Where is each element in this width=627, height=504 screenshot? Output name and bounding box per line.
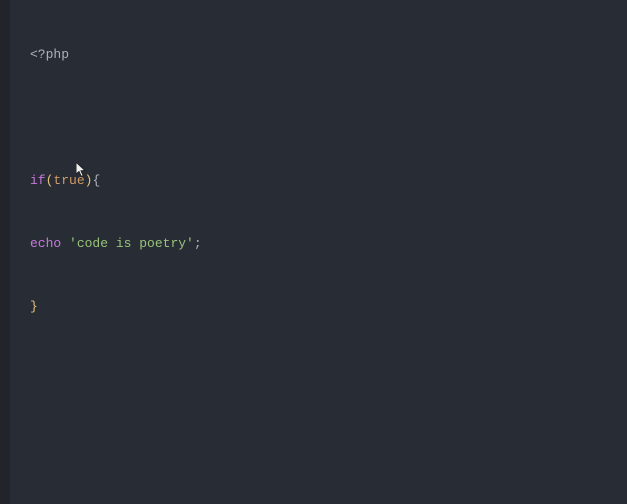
code-line: if(true){ xyxy=(30,170,627,191)
string-literal: 'code is poetry' xyxy=(69,236,194,251)
brace-open: { xyxy=(92,173,100,188)
line-number xyxy=(0,86,10,107)
semicolon: ; xyxy=(194,236,202,251)
line-number xyxy=(0,128,10,149)
keyword-if: if xyxy=(30,173,46,188)
const-true: true xyxy=(53,173,84,188)
code-editor[interactable]: <?php if(true){ echo 'code is poetry'; } xyxy=(10,0,627,504)
line-number xyxy=(0,2,10,23)
space xyxy=(61,236,69,251)
line-number xyxy=(0,23,10,44)
code-line xyxy=(30,107,627,128)
code-line: echo 'code is poetry'; xyxy=(30,233,627,254)
line-number xyxy=(0,44,10,65)
line-number xyxy=(0,107,10,128)
code-line: <?php xyxy=(30,44,627,65)
line-number-gutter xyxy=(0,0,10,504)
line-number xyxy=(0,65,10,86)
keyword-echo: echo xyxy=(30,236,61,251)
code-line: } xyxy=(30,296,627,317)
brace-close: } xyxy=(30,299,38,314)
php-open-tag: <?php xyxy=(30,47,69,62)
